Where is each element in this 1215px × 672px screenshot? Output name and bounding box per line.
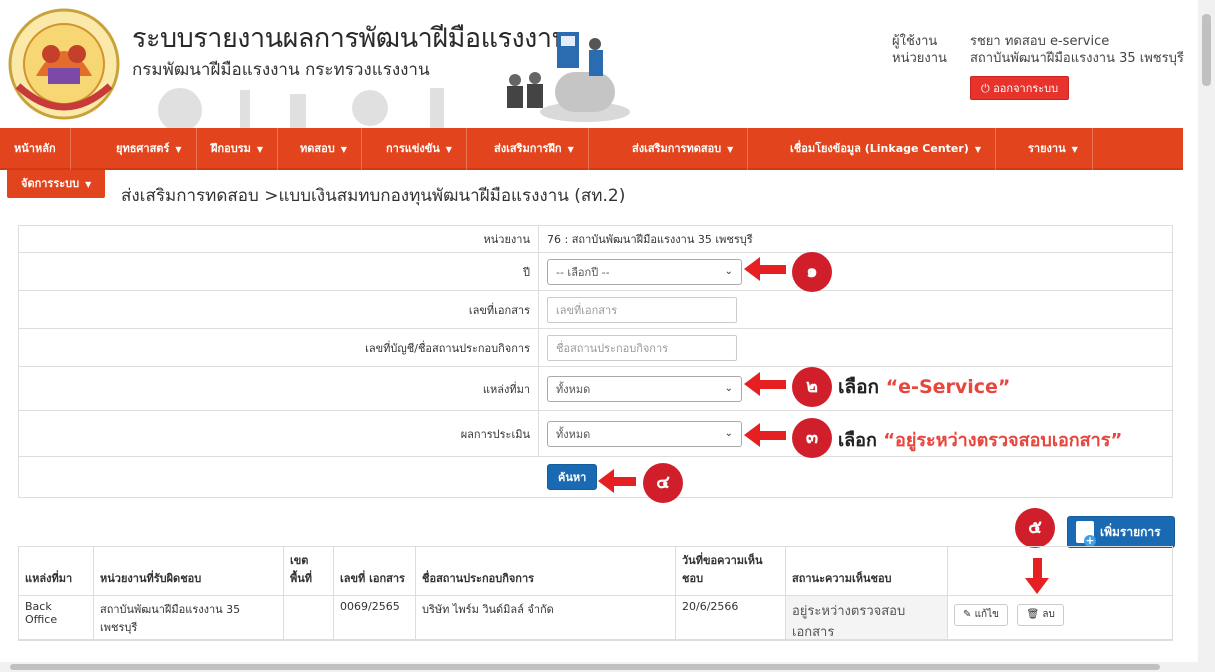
- caret-down-icon: ▼: [567, 145, 574, 154]
- col-header-unit: หน่วยงานที่รับผิดชอบ: [94, 547, 284, 595]
- annotation-badge-2: ๒: [792, 367, 832, 407]
- chevron-down-icon: ⌄: [724, 266, 733, 277]
- col-header-status: สถานะความเห็นชอบ: [786, 547, 948, 595]
- cell-company: บริษัท ไพร์ม วินด์มิลล์ จำกัด: [416, 596, 676, 639]
- cell-status: อยู่ระหว่างตรวจสอบเอกสาร: [786, 596, 948, 640]
- year-select[interactable]: -- เลือกปี -- ⌄: [547, 258, 742, 285]
- form-row-search: ค้นหา: [19, 457, 1172, 497]
- search-form: หน่วยงาน 76 : สถาบันพัฒนาฝีมือแรงงาน 35 …: [18, 225, 1173, 498]
- nav-item-training-promotion[interactable]: ส่งเสริมการฝึก ▼: [480, 128, 589, 170]
- unit-field-label: หน่วยงาน: [19, 226, 539, 252]
- form-row-account: เลขที่บัญชี/ชื่อสถานประกอบกิจการ ชื่อสถา…: [19, 329, 1172, 367]
- nav-item-linkage-center[interactable]: เชื่อมโยงข้อมูล (Linkage Center) ▼: [776, 128, 996, 170]
- user-unit: สถาบันพัฒนาฝีมือแรงงาน 35 เพชรบุรี: [970, 51, 1184, 66]
- logout-label: ออกจากระบบ: [993, 82, 1059, 95]
- caret-down-icon: ▼: [340, 145, 347, 154]
- horizontal-scrollbar[interactable]: [0, 662, 1198, 672]
- table-header-row: แหล่งที่มา หน่วยงานที่รับผิดชอบ เขต พื้น…: [19, 547, 1172, 596]
- year-field-label: ปี: [19, 253, 539, 290]
- site-header: ระบบรายงานผลการพัฒนาฝีมือแรงงาน กรมพัฒนา…: [0, 0, 1184, 128]
- add-document-icon: [1076, 521, 1096, 547]
- user-label: ผู้ใช้งาน: [892, 34, 938, 49]
- form-row-unit: หน่วยงาน 76 : สถาบันพัฒนาฝีมือแรงงาน 35 …: [19, 226, 1172, 253]
- vertical-scrollbar[interactable]: [1198, 0, 1215, 672]
- search-button[interactable]: ค้นหา: [547, 464, 598, 490]
- caret-down-icon: ▼: [974, 145, 981, 154]
- delete-button[interactable]: 🗑 ลบ: [1017, 604, 1064, 626]
- nav-item-testing-promotion[interactable]: ส่งเสริมการทดสอบ ▼: [618, 128, 749, 170]
- unit-label: หน่วยงาน: [892, 51, 947, 66]
- page: ระบบรายงานผลการพัฒนาฝีมือแรงงาน กรมพัฒนา…: [0, 0, 1215, 672]
- annotation-badge-3: ๓: [792, 418, 832, 458]
- annotation-text-2: เลือก “e-Service”: [838, 376, 1011, 398]
- nav-item-home[interactable]: หน้าหลัก: [0, 128, 71, 170]
- user-info-labels: ผู้ใช้งาน หน่วยงาน: [892, 33, 947, 67]
- cell-actions: ✎ แก้ไข 🗑 ลบ: [948, 596, 1172, 639]
- caret-down-icon: ▼: [175, 145, 182, 154]
- caret-down-icon: ▼: [1071, 145, 1078, 154]
- nav-item-testing[interactable]: ทดสอบ ▼: [286, 128, 362, 170]
- system-subtitle: กรมพัฒนาฝีมือแรงงาน กระทรวงแรงงาน: [132, 60, 430, 80]
- logout-button[interactable]: ⏻ ออกจากระบบ: [970, 76, 1070, 100]
- form-row-year: ปี -- เลือกปี -- ⌄: [19, 253, 1172, 291]
- annotation-arrow-3: [744, 423, 786, 447]
- company-name-input[interactable]: ชื่อสถานประกอบกิจการ: [547, 334, 737, 361]
- trash-icon: 🗑: [1026, 609, 1040, 620]
- evaluation-field-label: ผลการประเมิน: [19, 411, 539, 456]
- annotation-badge-4: ๔: [643, 463, 683, 503]
- doc-number-input[interactable]: เลขที่เอกสาร: [547, 296, 737, 323]
- horizontal-scroll-thumb[interactable]: [10, 664, 1160, 670]
- vertical-scroll-thumb[interactable]: [1202, 14, 1211, 86]
- annotation-arrow-1: [744, 257, 786, 281]
- annotation-text-3: เลือก “อยู่ระหว่างตรวจสอบเอกสาร”: [838, 430, 1123, 451]
- power-icon: ⏻: [981, 82, 990, 95]
- cell-unit: สถาบันพัฒนาฝีมือแรงงาน 35 เพชรบุรี: [94, 596, 284, 639]
- user-info-values: รชยา ทดสอบ e-service สถาบันพัฒนาฝีมือแรง…: [970, 33, 1184, 67]
- source-field-label: แหล่งที่มา: [19, 367, 539, 410]
- col-header-actions: [948, 547, 1172, 595]
- evaluation-select[interactable]: ทั้งหมด ⌄: [547, 420, 742, 447]
- caret-down-icon: ▼: [727, 145, 734, 154]
- nav-item-competition[interactable]: การแข่งขัน ▼: [372, 128, 467, 170]
- cell-date: 20/6/2566: [676, 596, 786, 639]
- col-header-date: วันที่ขอความเห็น ชอบ: [676, 547, 786, 595]
- unit-field-value: 76 : สถาบันพัฒนาฝีมือแรงงาน 35 เพชรบุรี: [547, 233, 753, 246]
- department-logo-icon: [8, 8, 120, 120]
- caret-down-icon: ▼: [256, 145, 264, 154]
- chevron-down-icon: ⌄: [724, 428, 733, 439]
- account-field-label: เลขที่บัญชี/ชื่อสถานประกอบกิจการ: [19, 329, 539, 366]
- presentation-illustration-icon: [507, 32, 630, 122]
- col-header-source: แหล่งที่มา: [19, 547, 94, 595]
- table-row: Back Office สถาบันพัฒนาฝีมือแรงงาน 35 เพ…: [19, 596, 1172, 640]
- col-header-doc: เลขที่ เอกสาร: [334, 547, 416, 595]
- chevron-down-icon: ⌄: [724, 383, 733, 394]
- caret-down-icon: ▼: [85, 180, 92, 189]
- pencil-icon: ✎: [963, 609, 972, 620]
- annotation-badge-5: ๕: [1015, 508, 1055, 548]
- source-select[interactable]: ทั้งหมด ⌄: [547, 375, 742, 402]
- nav-item-strategy[interactable]: ยุทธศาสตร์ ▼: [102, 128, 197, 170]
- annotation-badge-1: ๑: [792, 252, 832, 292]
- add-item-button[interactable]: เพิ่มรายการ: [1067, 516, 1175, 548]
- col-header-zone: เขต พื้นที่: [284, 547, 334, 595]
- nav-item-reports[interactable]: รายงาน ▼: [1014, 128, 1093, 170]
- caret-down-icon: ▼: [445, 145, 452, 154]
- main-navbar: หน้าหลัก ยุทธศาสตร์ ▼ ฝึกอบรม ▼ ทดสอบ ▼ การ…: [0, 128, 1183, 170]
- cell-source: Back Office: [19, 596, 94, 639]
- breadcrumb: ส่งเสริมการทดสอบ >แบบเงินสมทบกองทุนพัฒนา…: [121, 186, 626, 206]
- col-header-company: ชื่อสถานประกอบกิจการ: [416, 547, 676, 595]
- annotation-arrow-4: [598, 469, 636, 493]
- results-table: แหล่งที่มา หน่วยงานที่รับผิดชอบ เขต พื้น…: [18, 546, 1173, 641]
- cell-doc: 0069/2565: [334, 596, 416, 639]
- cell-zone: [284, 596, 334, 639]
- gears-illustration-icon: [158, 88, 444, 128]
- nav-item-training[interactable]: ฝึกอบรม ▼: [197, 128, 279, 170]
- form-row-doc: เลขที่เอกสาร เลขที่เอกสาร: [19, 291, 1172, 329]
- user-name: รชยา ทดสอบ e-service: [970, 34, 1110, 49]
- edit-button[interactable]: ✎ แก้ไข: [954, 604, 1008, 626]
- annotation-arrow-2: [744, 372, 786, 396]
- nav-item-system-admin[interactable]: จัดการระบบ ▼: [7, 170, 106, 198]
- doc-field-label: เลขที่เอกสาร: [19, 291, 539, 328]
